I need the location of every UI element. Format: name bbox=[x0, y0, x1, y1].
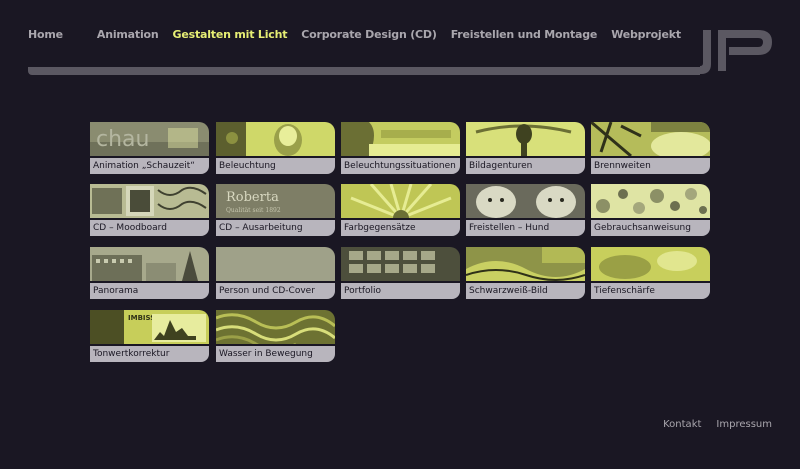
jp-logo bbox=[680, 30, 774, 78]
header-divider bbox=[28, 67, 700, 75]
tile-thumbnail bbox=[591, 122, 710, 156]
tile-label: Gebrauchsanweisung bbox=[591, 220, 710, 236]
tile-label: CD – Ausarbeitung bbox=[216, 220, 335, 236]
footer-links: Kontakt Impressum bbox=[648, 419, 772, 430]
tile-thumbnail: IMBISS bbox=[90, 310, 209, 344]
tile-thumbnail bbox=[341, 122, 460, 156]
footer-kontakt-link[interactable]: Kontakt bbox=[663, 419, 701, 430]
tile-thumbnail bbox=[341, 184, 460, 218]
tile-thumbnail-text: chau bbox=[96, 127, 149, 152]
tile-label: Freistellen – Hund bbox=[466, 220, 585, 236]
nav-freistellen-und-montage[interactable]: Freistellen und Montage bbox=[451, 28, 598, 44]
tile-person-und-cd-cover[interactable]: Person und CD-Cover bbox=[216, 247, 335, 300]
tile-thumbnail bbox=[216, 247, 335, 281]
tile-panorama[interactable]: Panorama bbox=[90, 247, 209, 300]
tile-schwarzweiss-bild[interactable]: Schwarzweiß-Bild bbox=[466, 247, 585, 300]
tile-label: Portfolio bbox=[341, 283, 460, 299]
tile-thumbnail-text: IMBISS bbox=[128, 314, 155, 322]
tile-thumbnail bbox=[216, 122, 335, 156]
tile-bildagenturen[interactable]: Bildagenturen bbox=[466, 122, 585, 175]
tile-label: Animation „Schauzeit“ bbox=[90, 158, 209, 174]
tile-thumbnail bbox=[216, 310, 335, 344]
nav-corporate-design[interactable]: Corporate Design (CD) bbox=[301, 28, 437, 44]
tile-thumbnail: chau bbox=[90, 122, 209, 156]
nav-animation[interactable]: Animation bbox=[97, 28, 159, 44]
tile-beleuchtung[interactable]: Beleuchtung bbox=[216, 122, 335, 175]
tile-label: Beleuchtung bbox=[216, 158, 335, 174]
tile-thumbnail: Roberta Qualität seit 1892 bbox=[216, 184, 335, 218]
nav-home[interactable]: Home bbox=[28, 28, 63, 44]
main-nav: Home Animation Gestalten mit Licht Corpo… bbox=[28, 28, 695, 44]
tile-thumbnail bbox=[591, 247, 710, 281]
tile-label: CD – Moodboard bbox=[90, 220, 209, 236]
tile-thumbnail bbox=[341, 247, 460, 281]
nav-webprojekt[interactable]: Webprojekt bbox=[611, 28, 681, 44]
tile-label: Farbgegensätze bbox=[341, 220, 460, 236]
tile-portfolio[interactable]: Portfolio bbox=[341, 247, 460, 300]
tile-thumbnail-subtext: Qualität seit 1892 bbox=[226, 207, 281, 214]
tile-thumbnail bbox=[466, 122, 585, 156]
tile-wasser-in-bewegung[interactable]: Wasser in Bewegung bbox=[216, 310, 335, 363]
tile-thumbnail-text: Roberta bbox=[226, 190, 279, 205]
footer-impressum-link[interactable]: Impressum bbox=[716, 419, 772, 430]
tile-thumbnail bbox=[466, 247, 585, 281]
tile-freistellen-hund[interactable]: Freistellen – Hund bbox=[466, 184, 585, 237]
tile-animation-schauzeit[interactable]: chau Animation „Schauzeit“ bbox=[90, 122, 209, 175]
tile-cd-moodboard[interactable]: CD – Moodboard bbox=[90, 184, 209, 237]
tile-label: Beleuchtungssituationen bbox=[341, 158, 460, 174]
tile-label: Tiefenschärfe bbox=[591, 283, 710, 299]
tile-gebrauchsanweisung[interactable]: Gebrauchsanweisung bbox=[591, 184, 710, 237]
tile-beleuchtungssituationen[interactable]: Beleuchtungssituationen bbox=[341, 122, 460, 175]
tile-farbgegensaetze[interactable]: Farbgegensätze bbox=[341, 184, 460, 237]
tile-label: Panorama bbox=[90, 283, 209, 299]
tile-thumbnail bbox=[466, 184, 585, 218]
tile-label: Schwarzweiß-Bild bbox=[466, 283, 585, 299]
tile-thumbnail bbox=[90, 184, 209, 218]
tile-label: Tonwertkorrektur bbox=[90, 346, 209, 362]
tile-thumbnail bbox=[591, 184, 710, 218]
tile-label: Wasser in Bewegung bbox=[216, 346, 335, 362]
tile-cd-ausarbeitung[interactable]: Roberta Qualität seit 1892 CD – Ausarbei… bbox=[216, 184, 335, 237]
tile-tonwertkorrektur[interactable]: IMBISS Tonwertkorrektur bbox=[90, 310, 209, 363]
tile-tiefenschaerfe[interactable]: Tiefenschärfe bbox=[591, 247, 710, 300]
tile-brennweiten[interactable]: Brennweiten bbox=[591, 122, 710, 175]
tile-label: Person und CD-Cover bbox=[216, 283, 335, 299]
tile-label: Bildagenturen bbox=[466, 158, 585, 174]
nav-gestalten-mit-licht[interactable]: Gestalten mit Licht bbox=[173, 28, 288, 44]
tile-label: Brennweiten bbox=[591, 158, 710, 174]
tile-thumbnail bbox=[90, 247, 209, 281]
